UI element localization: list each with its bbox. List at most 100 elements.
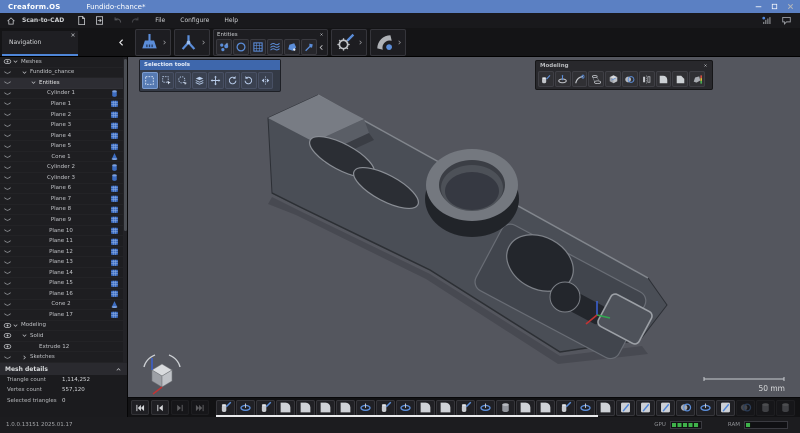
tree-item-cylinder-3[interactable]: Cylinder 3 bbox=[0, 173, 124, 184]
entity-freeform-button[interactable] bbox=[267, 39, 283, 55]
tree-item-plane-12[interactable]: Plane 12 bbox=[0, 247, 124, 258]
hidden-icon[interactable] bbox=[3, 279, 12, 288]
entity-patch-button[interactable] bbox=[284, 39, 300, 55]
history-op-revolve-2[interactable] bbox=[236, 400, 255, 416]
chevron-right-icon[interactable] bbox=[200, 38, 207, 47]
tree-item-cylinder-1[interactable]: Cylinder 1 bbox=[0, 89, 124, 100]
hidden-icon[interactable] bbox=[3, 205, 12, 214]
history-op-sketch-26[interactable] bbox=[716, 400, 735, 416]
chamfer-button[interactable] bbox=[672, 71, 688, 87]
hidden-icon[interactable] bbox=[3, 300, 12, 309]
hidden-icon[interactable] bbox=[3, 110, 12, 119]
chevron-down-icon[interactable] bbox=[21, 332, 28, 339]
selection-tools-header[interactable]: Selection tools bbox=[140, 60, 280, 70]
history-op-extrude-18[interactable] bbox=[556, 400, 575, 416]
shell-button[interactable] bbox=[374, 32, 395, 53]
step-forward-button[interactable] bbox=[171, 400, 189, 415]
close-icon[interactable] bbox=[70, 32, 76, 38]
tree-item-solid[interactable]: Solid bbox=[0, 331, 124, 342]
boolean-subtract-button[interactable] bbox=[622, 71, 638, 87]
hidden-icon[interactable] bbox=[3, 99, 12, 108]
new-document-button[interactable] bbox=[76, 15, 87, 26]
cad-model[interactable] bbox=[128, 57, 800, 397]
tree-item-cone-1[interactable]: Cone 1 bbox=[0, 152, 124, 163]
tree-item-plane-4[interactable]: Plane 4 bbox=[0, 131, 124, 142]
modeling-palette-header[interactable]: Modeling bbox=[536, 61, 712, 70]
step-back-button[interactable] bbox=[151, 400, 169, 415]
hidden-icon[interactable] bbox=[3, 131, 12, 140]
rotate-cw-selection-button[interactable] bbox=[241, 72, 257, 89]
history-op-extrude-1[interactable] bbox=[216, 400, 235, 416]
history-op-extrude-13[interactable] bbox=[456, 400, 475, 416]
history-op-revolve-19[interactable] bbox=[576, 400, 595, 416]
tree-item-entities[interactable]: Entities bbox=[0, 78, 124, 89]
tree-item-plane-13[interactable]: Plane 13 bbox=[0, 257, 124, 268]
close-icon[interactable] bbox=[319, 32, 324, 37]
tree-item-plane-6[interactable]: Plane 6 bbox=[0, 184, 124, 195]
history-op-fillet-11[interactable] bbox=[416, 400, 435, 416]
history-op-extrude-9[interactable] bbox=[376, 400, 395, 416]
hidden-icon[interactable] bbox=[3, 289, 12, 298]
brush-selection-button[interactable] bbox=[159, 72, 175, 89]
sweep-button[interactable] bbox=[572, 71, 588, 87]
extrude-button[interactable] bbox=[538, 71, 554, 87]
hidden-icon[interactable] bbox=[3, 68, 12, 77]
eye-icon[interactable] bbox=[3, 57, 12, 66]
history-op-fillet-6[interactable] bbox=[316, 400, 335, 416]
minimize-button[interactable] bbox=[754, 2, 763, 11]
history-op-sketch-23[interactable] bbox=[656, 400, 675, 416]
tree-item-plane-17[interactable]: Plane 17 bbox=[0, 310, 124, 321]
tree-item-plane-5[interactable]: Plane 5 bbox=[0, 141, 124, 152]
hidden-icon[interactable] bbox=[3, 226, 12, 235]
collapse-section-icon[interactable] bbox=[115, 366, 122, 373]
chevron-right-icon[interactable] bbox=[21, 354, 28, 361]
undo-button[interactable] bbox=[112, 15, 123, 26]
menu-configure[interactable]: Configure bbox=[180, 17, 209, 24]
gear-pencil-button[interactable] bbox=[335, 32, 356, 53]
tree-item-extrude-12[interactable]: Extrude 12 bbox=[0, 342, 124, 353]
history-op-revolve-25[interactable] bbox=[696, 400, 715, 416]
view-orientation-cube[interactable] bbox=[136, 351, 188, 397]
smart-selection-button[interactable] bbox=[175, 72, 191, 89]
hidden-icon[interactable] bbox=[3, 163, 12, 172]
hidden-icon[interactable] bbox=[3, 215, 12, 224]
hidden-icon[interactable] bbox=[3, 353, 12, 362]
chevron-right-icon[interactable] bbox=[396, 38, 403, 47]
tree-item-plane-16[interactable]: Plane 16 bbox=[0, 289, 124, 300]
layer-selection-button[interactable] bbox=[192, 72, 208, 89]
tree-item-plane-2[interactable]: Plane 2 bbox=[0, 110, 124, 121]
tree-item-cone-2[interactable]: Cone 2 bbox=[0, 300, 124, 311]
skip-end-button[interactable] bbox=[191, 400, 209, 415]
history-op-extrude-3[interactable] bbox=[256, 400, 275, 416]
history-op-fillet-12[interactable] bbox=[436, 400, 455, 416]
tree-item-plane-14[interactable]: Plane 14 bbox=[0, 268, 124, 279]
hidden-icon[interactable] bbox=[3, 268, 12, 277]
chevron-down-icon[interactable] bbox=[30, 79, 37, 86]
close-icon[interactable] bbox=[703, 63, 708, 68]
hidden-icon[interactable] bbox=[3, 258, 12, 267]
chevron-right-icon[interactable] bbox=[161, 38, 168, 47]
tree-item-plane-3[interactable]: Plane 3 bbox=[0, 120, 124, 131]
history-op-fillet-7[interactable] bbox=[336, 400, 355, 416]
mirror-button[interactable] bbox=[639, 71, 655, 87]
eye-icon[interactable] bbox=[3, 342, 12, 351]
history-op-shell-28[interactable] bbox=[756, 400, 775, 416]
entity-circle-button[interactable] bbox=[233, 39, 249, 55]
tree-item-sketches[interactable]: Sketches bbox=[0, 352, 124, 363]
rectangle-selection-button[interactable] bbox=[142, 72, 158, 89]
solid-cut-button[interactable] bbox=[605, 71, 621, 87]
network-status-button[interactable] bbox=[761, 15, 772, 26]
hidden-icon[interactable] bbox=[3, 310, 12, 319]
eye-icon[interactable] bbox=[3, 321, 12, 330]
history-op-fillet-5[interactable] bbox=[296, 400, 315, 416]
entity-probe-button[interactable] bbox=[301, 39, 317, 55]
loft-button[interactable] bbox=[588, 71, 604, 87]
entity-plane-button[interactable] bbox=[250, 39, 266, 55]
close-button[interactable] bbox=[786, 2, 795, 11]
tripod-button[interactable] bbox=[178, 32, 199, 53]
tree-item-fundido-chance[interactable]: Fundido_chance bbox=[0, 68, 124, 79]
history-op-revolve-10[interactable] bbox=[396, 400, 415, 416]
viewport-3d[interactable]: Selection tools Modeling bbox=[128, 57, 800, 397]
hidden-icon[interactable] bbox=[3, 121, 12, 130]
maximize-button[interactable] bbox=[770, 2, 779, 11]
